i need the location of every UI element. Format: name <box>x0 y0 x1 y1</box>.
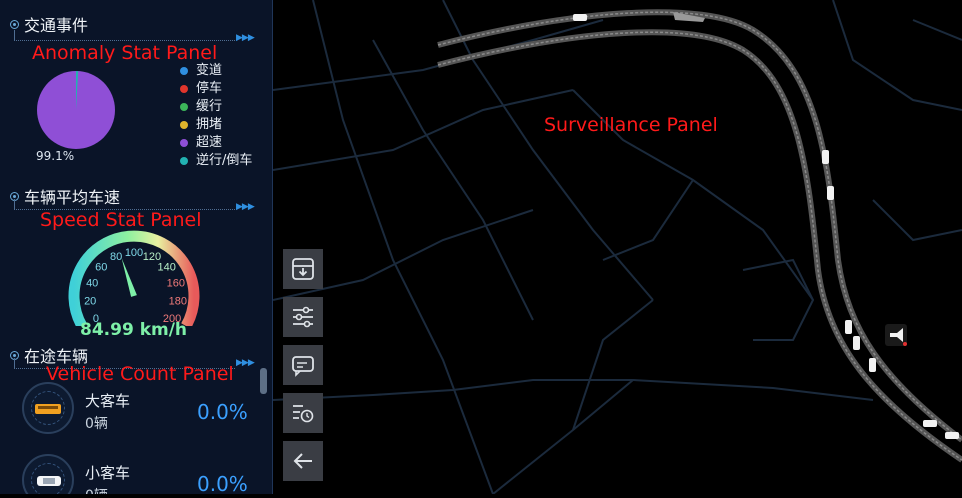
vehicle-marker-icon[interactable] <box>945 432 959 439</box>
vehicle-count: 0辆 <box>85 416 108 432</box>
map-toolbar <box>283 249 323 489</box>
gauge-needle <box>121 258 137 297</box>
stats-sidebar: 交通事件 ▶▶▶ Anomaly Stat Panel 99.1% 变道 停车 … <box>0 0 273 494</box>
sliders-icon <box>293 306 313 328</box>
surveillance-map[interactable]: Surveillance Panel <box>272 0 962 495</box>
gauge-tick-label: 20 <box>84 296 96 308</box>
speed-gauge: 020406080 100 120140160180200 <box>68 230 200 326</box>
gauge-tick-label: 160 <box>167 277 185 289</box>
legend-item[interactable]: 拥堵 <box>180 116 252 134</box>
legend-label: 逆行/倒车 <box>196 153 253 168</box>
gauge-tick-label: 100 <box>125 247 143 259</box>
vehicle-ring <box>22 454 74 494</box>
filter-settings-button[interactable] <box>283 297 323 337</box>
pie-legend: 变道 停车 缓行 拥堵 超速 逆行/倒车 <box>180 62 252 170</box>
legend-item[interactable]: 停车 <box>180 80 252 98</box>
legend-label: 拥堵 <box>196 117 223 132</box>
legend-dot-icon <box>180 85 188 93</box>
legend-label: 缓行 <box>196 99 223 114</box>
gauge-tick-label: 140 <box>158 262 176 274</box>
legend-item[interactable]: 超速 <box>180 134 252 152</box>
gauge-tick-labels: 020406080 100 120140160180200 <box>84 247 187 325</box>
gauge-tick-label: 180 <box>169 296 187 308</box>
legend-label: 停车 <box>196 81 223 96</box>
back-arrow-icon <box>293 453 312 469</box>
vehicle-ring <box>22 382 74 434</box>
legend-label: 变道 <box>196 63 223 78</box>
legend-item[interactable]: 缓行 <box>180 98 252 116</box>
message-icon <box>292 356 314 377</box>
bus-icon <box>35 404 61 414</box>
download-button[interactable] <box>283 249 323 289</box>
vehicle-marker-icon[interactable] <box>827 186 834 200</box>
message-button[interactable] <box>283 345 323 385</box>
vehicle-marker-icon[interactable] <box>822 150 829 164</box>
expand-arrows-icon[interactable]: ▶▶▶ <box>236 33 255 43</box>
history-icon <box>293 405 314 423</box>
section-bullet-icon <box>10 19 19 29</box>
gauge-tick-label: 40 <box>86 277 98 289</box>
gauge-tick-label: 80 <box>110 251 122 263</box>
vehicle-marker-icon[interactable] <box>923 420 937 427</box>
vehicle-marker-icon[interactable] <box>869 358 876 372</box>
back-button[interactable] <box>283 441 323 481</box>
avg-speed-value: 84.99 km/h <box>80 320 188 340</box>
expand-arrows-icon[interactable]: ▶▶▶ <box>236 358 255 368</box>
alert-megaphone-icon[interactable] <box>885 324 907 346</box>
expand-arrows-icon[interactable]: ▶▶▶ <box>236 202 255 212</box>
sidebar-scrollbar[interactable] <box>260 368 267 394</box>
surveillance-panel-label: Surveillance Panel <box>544 114 718 136</box>
vehicle-marker-icon[interactable] <box>845 320 852 334</box>
download-icon <box>292 258 314 280</box>
vehicle-percent: 0.0% <box>197 472 248 494</box>
history-button[interactable] <box>283 393 323 433</box>
vehicle-marker-icon[interactable] <box>573 14 587 21</box>
legend-dot-icon <box>180 67 188 75</box>
vehicle-marker-icon[interactable] <box>853 336 860 350</box>
legend-dot-icon <box>180 121 188 129</box>
anomaly-pie-chart <box>37 71 115 149</box>
street-network <box>272 0 962 495</box>
legend-dot-icon <box>180 157 188 165</box>
legend-dot-icon <box>180 103 188 111</box>
vehicle-row-bus: 大客车 0辆 0.0% <box>22 382 262 434</box>
pie-percent-label: 99.1% <box>36 149 75 163</box>
legend-dot-icon <box>180 139 188 147</box>
vehicle-count: 0辆 <box>85 485 108 494</box>
legend-item[interactable]: 变道 <box>180 62 252 80</box>
legend-label: 超速 <box>196 135 223 150</box>
vehicle-name: 大客车 <box>85 392 131 410</box>
legend-item[interactable]: 逆行/倒车 <box>180 152 252 170</box>
gauge-tick-label: 60 <box>95 262 107 274</box>
car-icon <box>37 476 61 486</box>
vehicle-row-car: 小客车 0辆 0.0% <box>22 454 262 494</box>
map-canvas[interactable] <box>272 0 962 495</box>
section-divider <box>14 30 235 41</box>
vehicle-percent: 0.0% <box>197 400 248 424</box>
anomaly-panel-label: Anomaly Stat Panel <box>32 42 218 64</box>
vehicle-markers <box>573 14 959 439</box>
vehicle-name: 小客车 <box>85 464 131 482</box>
